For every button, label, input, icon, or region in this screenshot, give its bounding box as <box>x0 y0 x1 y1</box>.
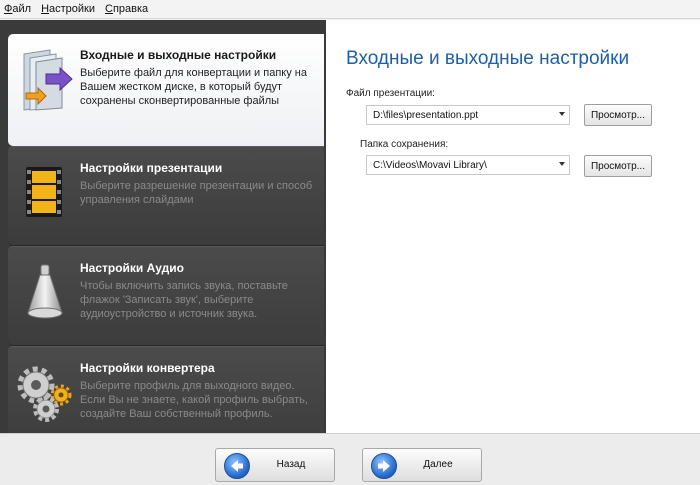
presentation-file-combo[interactable]: D:\files\presentation.ppt <box>366 105 570 125</box>
nav-item-title: Настройки Аудио <box>80 261 185 275</box>
nav-item-description: Выберите файл для конвертации и папку на… <box>80 67 307 107</box>
menu-help[interactable]: Справка <box>105 3 148 15</box>
nav-item-io-settings[interactable]: Входные и выходные настройки Выберите фа… <box>8 34 324 146</box>
nav-item-audio-settings[interactable]: Настройки Аудио Чтобы включить запись зв… <box>8 246 324 346</box>
wizard-footer: Назад Далее <box>0 433 700 485</box>
arrow-left-icon <box>224 453 250 479</box>
presentation-file-label: Файл презентации: <box>346 88 435 99</box>
save-folder-label: Папка сохранения: <box>360 139 449 150</box>
arrow-right-icon <box>371 453 397 479</box>
chevron-down-icon[interactable] <box>559 112 565 116</box>
megaphone-icon <box>16 261 76 325</box>
menu-bar: Файл Настройки Справка <box>0 0 700 19</box>
settings-panel: Входные и выходные настройки Файл презен… <box>326 20 700 433</box>
back-button-label: Назад <box>276 459 306 470</box>
folder-arrows-icon <box>16 48 76 112</box>
nav-item-description: Выберите разрешение презентации и способ… <box>80 180 313 206</box>
next-button-label: Далее <box>423 459 453 470</box>
browse-presentation-button[interactable]: Просмотр... <box>584 104 652 126</box>
film-strip-icon <box>16 161 76 225</box>
settings-nav: Входные и выходные настройки Выберите фа… <box>0 20 326 451</box>
next-button[interactable]: Далее <box>362 448 482 482</box>
nav-item-description: Выберите профиль для выходного видео. Ес… <box>80 380 308 420</box>
nav-item-title: Настройки презентации <box>80 161 223 175</box>
nav-item-title: Входные и выходные настройки <box>80 48 277 62</box>
menu-file[interactable]: Файл <box>4 3 31 15</box>
chevron-down-icon[interactable] <box>559 162 565 166</box>
save-folder-combo[interactable]: C:\Videos\Movavi Library\ <box>366 155 570 175</box>
browse-folder-button[interactable]: Просмотр... <box>584 155 652 177</box>
nav-item-title: Настройки конвертера <box>80 361 215 375</box>
back-button[interactable]: Назад <box>215 448 335 482</box>
nav-item-presentation-settings[interactable]: Настройки презентации Выберите разрешени… <box>8 146 324 246</box>
gears-icon <box>16 361 76 425</box>
menu-settings[interactable]: Настройки <box>41 3 95 15</box>
nav-item-description: Чтобы включить запись звука, поставьте ф… <box>80 280 288 320</box>
save-folder-value: C:\Videos\Movavi Library\ <box>373 159 487 171</box>
presentation-file-value: D:\files\presentation.ppt <box>373 109 479 121</box>
page-title: Входные и выходные настройки <box>346 48 630 69</box>
